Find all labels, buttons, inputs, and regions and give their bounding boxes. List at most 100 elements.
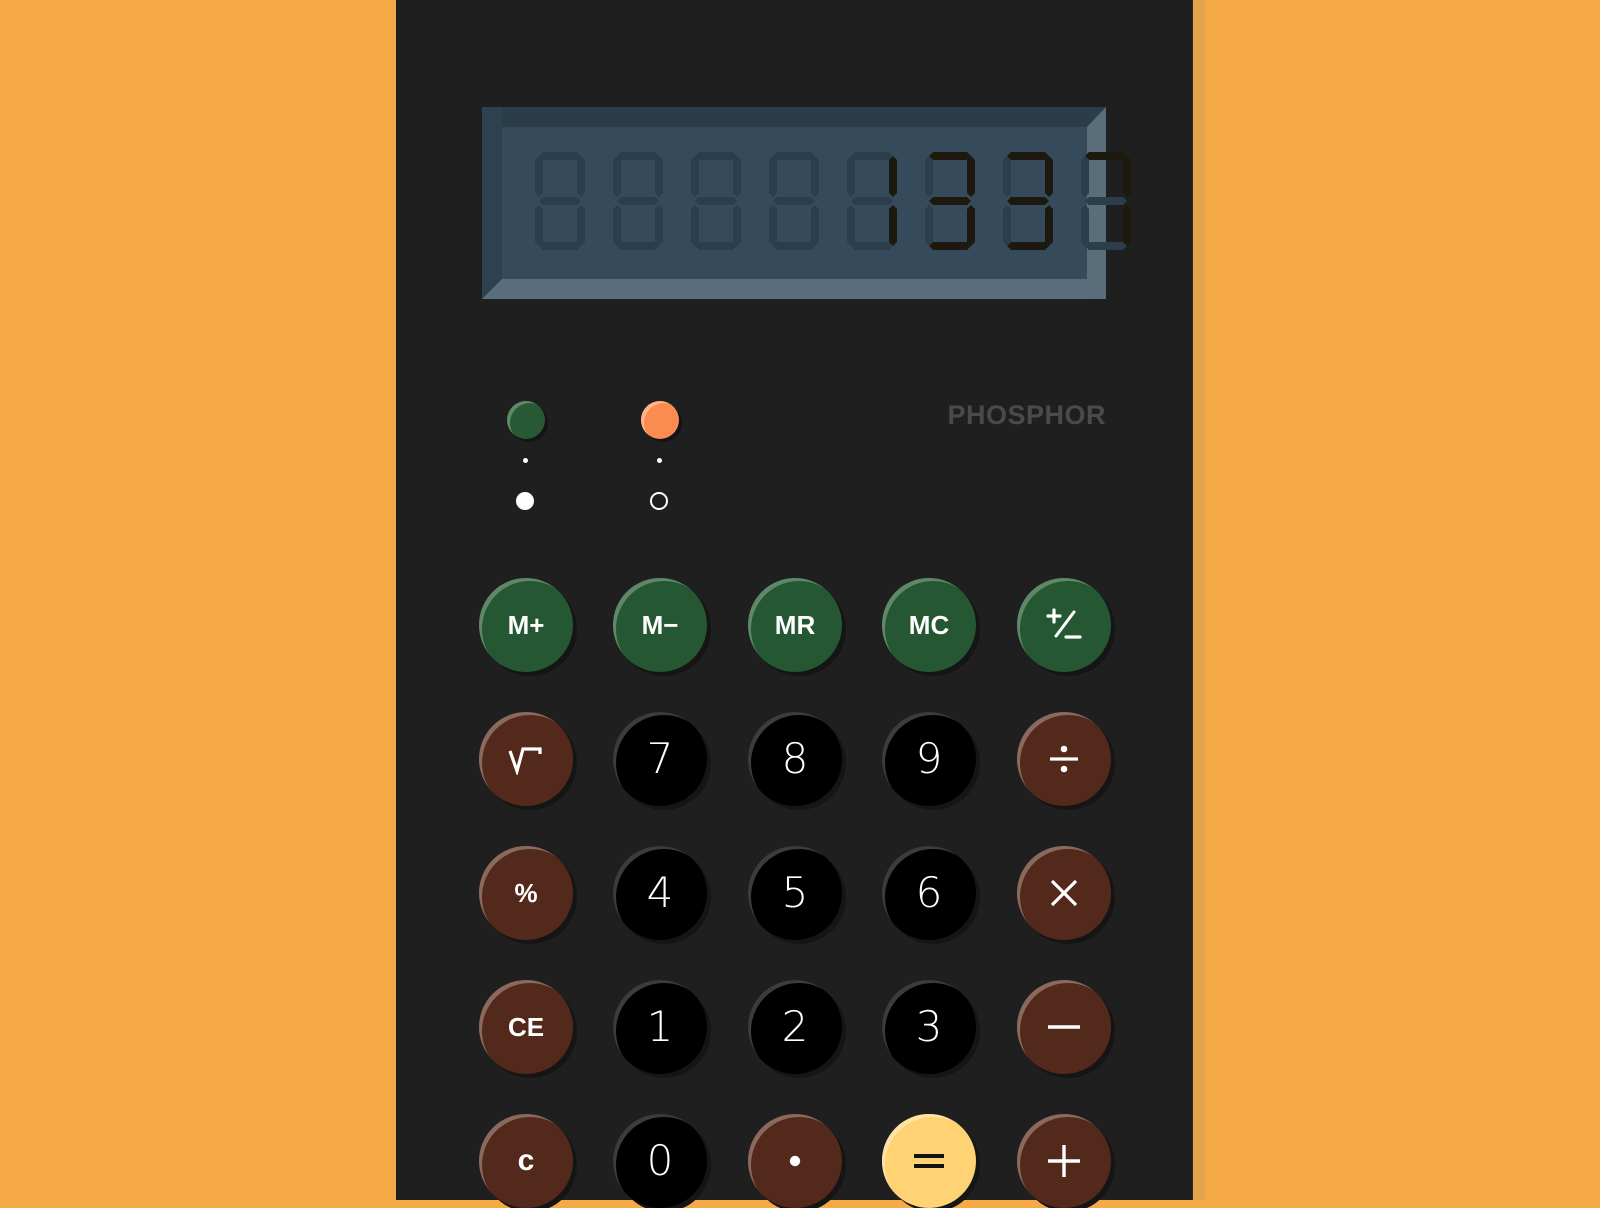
segment-b [655,156,663,197]
display-digit [535,152,585,250]
display-digit [847,152,897,250]
digit-0-button[interactable]: 0 [613,1114,707,1208]
segment-f [847,156,855,197]
digit-1-button[interactable]: 1 [613,980,707,1074]
display-digit [613,152,663,250]
segment-f [535,156,543,197]
segment-g [929,197,971,205]
key-label: MC [908,610,950,640]
segment-g [539,197,581,205]
segment-e [691,205,699,246]
clear-button[interactable]: c [479,1114,573,1208]
square-root-button[interactable] [479,712,573,806]
segment-g [851,197,893,205]
brand-logo: PHOSPHOR [947,400,1106,430]
segment-b [733,156,741,197]
calculator-body: 1337 PHOSPHOR M+ M− MR MC 7 8 9% 4 5 6 CE 1 2 3 c 0 [396,0,1193,1208]
display-digit [769,152,819,250]
multiply-button[interactable] [1017,846,1111,940]
segment-d [851,242,893,250]
digit-6-button[interactable]: 6 [882,846,976,940]
segment-e [1003,205,1011,246]
segment-a [1085,152,1127,160]
orange-indicator-state-off-icon [650,492,668,510]
display-digit [925,152,975,250]
key-label: 4 [646,868,674,917]
digit-8-button[interactable]: 8 [748,712,842,806]
segment-f [1003,156,1011,197]
bezel-left-edge [482,107,502,299]
segment-b [889,156,897,197]
segment-g [1085,197,1127,205]
segment-d [617,242,659,250]
decimal-point-icon [788,1154,802,1168]
segment-c [577,205,585,246]
key-label: % [514,878,538,908]
display-bezel: 1337 [482,107,1106,299]
divide-button[interactable] [1017,712,1111,806]
bezel-top-edge [482,107,1106,127]
memory-add-button[interactable]: M+ [479,578,573,672]
digit-3-button[interactable]: 3 [882,980,976,1074]
divide-icon [1046,741,1082,777]
add-button[interactable] [1017,1114,1111,1208]
segment-d [773,242,815,250]
segment-e [1081,205,1089,246]
segment-f [925,156,933,197]
key-label: M− [641,610,679,640]
segment-a [1007,152,1049,160]
plus-icon [1046,1143,1082,1179]
segment-d [695,242,737,250]
key-label: 1 [646,1002,674,1051]
display-screen: 1337 [502,127,1087,279]
segment-d [539,242,581,250]
percent-button[interactable]: % [479,846,573,940]
segment-g [773,197,815,205]
display-digit [1003,152,1053,250]
segment-d [929,242,971,250]
sign-toggle-button[interactable] [1017,578,1111,672]
bezel-bottom-edge [482,279,1106,299]
key-label: MR [774,610,816,640]
green-indicator-state-on-icon [516,492,534,510]
digit-5-button[interactable]: 5 [748,846,842,940]
segment-c [655,205,663,246]
segment-g [695,197,737,205]
segment-c [967,205,975,246]
segment-g [617,197,659,205]
equals-button[interactable] [882,1114,976,1208]
clear-entry-button[interactable]: CE [479,980,573,1074]
key-label: c [517,1144,535,1177]
memory-recall-button[interactable]: MR [748,578,842,672]
digit-4-button[interactable]: 4 [613,846,707,940]
calculator-body-shadow [1192,0,1205,1200]
memory-subtract-button[interactable]: M− [613,578,707,672]
segment-e [535,205,543,246]
multiply-icon [1047,876,1081,910]
digit-9-button[interactable]: 9 [882,712,976,806]
orange-indicator-light[interactable] [641,401,679,439]
square-root-icon [506,743,546,775]
digit-7-button[interactable]: 7 [613,712,707,806]
segment-g [1007,197,1049,205]
segment-a [539,152,581,160]
display-digit [1081,152,1131,250]
memory-clear-button[interactable]: MC [882,578,976,672]
subtract-button[interactable] [1017,980,1111,1074]
green-indicator-light[interactable] [507,401,545,439]
segment-e [613,205,621,246]
segment-c [1045,205,1053,246]
segment-a [773,152,815,160]
segment-b [967,156,975,197]
key-label: 3 [915,1002,943,1051]
segment-b [1123,156,1131,197]
segment-f [691,156,699,197]
segment-e [925,205,933,246]
segment-a [851,152,893,160]
indicator-tick [657,458,662,463]
segment-a [617,152,659,160]
digit-2-button[interactable]: 2 [748,980,842,1074]
key-label: 0 [646,1136,674,1185]
seven-segment-display [502,127,1087,279]
decimal-button[interactable] [748,1114,842,1208]
